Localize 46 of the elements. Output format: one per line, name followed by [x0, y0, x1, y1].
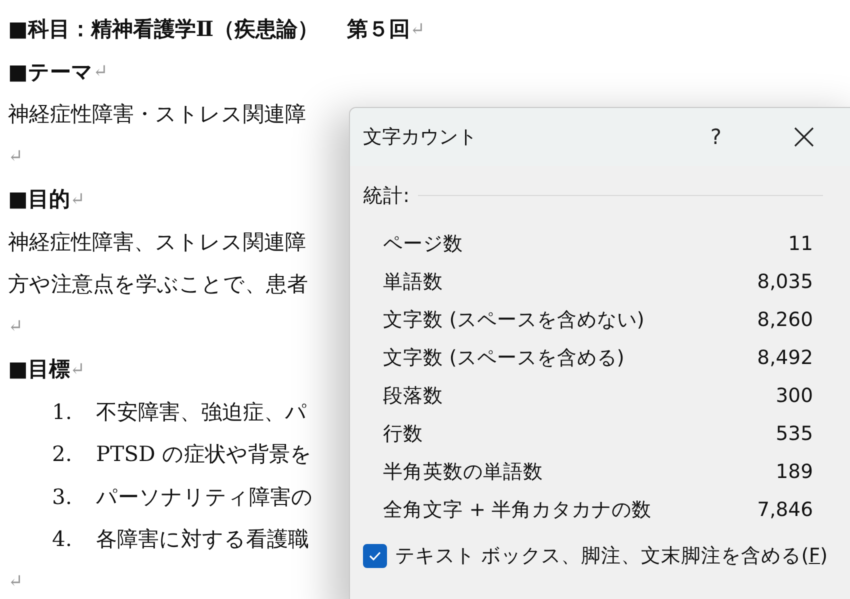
body-text: 神経症性障害、ストレス関連障	[8, 228, 306, 256]
stat-value: 535	[776, 422, 813, 444]
list-number: 3.	[52, 484, 74, 509]
paragraph-mark: ↵	[92, 61, 108, 82]
stat-label: 文字数 (スペースを含める)	[383, 344, 624, 370]
stat-label: 段落数	[383, 382, 443, 408]
list-item-text: 不安障害、強迫症、パ	[96, 398, 307, 426]
list-number: 4.	[52, 527, 74, 552]
stat-value: 300	[776, 384, 813, 406]
paragraph-mark: ↵	[8, 146, 24, 168]
paragraph-mark: ↵	[70, 358, 85, 380]
stat-label: 行数	[383, 420, 423, 446]
help-button[interactable]: ?	[704, 125, 728, 149]
stat-value: 189	[776, 460, 813, 482]
stat-value: 11	[788, 232, 813, 254]
body-text: 神経症性障害・ストレス関連障	[8, 101, 306, 128]
dialog-title: 文字カウント	[363, 125, 478, 150]
checkbox-label[interactable]: テキスト ボックス、脚注、文末脚注を含める(F)	[395, 542, 828, 569]
body-text: 方や注意点を学ぶことで、患者	[8, 271, 308, 298]
list-item-text: 各障害に対する看護職	[96, 526, 309, 554]
close-icon	[794, 127, 814, 147]
checkbox[interactable]	[363, 544, 387, 568]
heading: ■目的	[8, 185, 70, 214]
stat-label: 文字数 (スペースを含めない)	[383, 306, 644, 332]
paragraph-mark: ↵	[8, 316, 24, 338]
heading: ■目標	[8, 355, 70, 384]
stat-label: 全角文字 + 半角カタカナの数	[383, 496, 652, 522]
list-item-text: PTSD の症状や背景を	[96, 441, 312, 468]
stat-value: 8,260	[757, 308, 813, 330]
paragraph-mark: ↵	[410, 18, 425, 40]
heading: ■テーマ	[8, 58, 93, 86]
stat-label: ページ数	[383, 230, 463, 256]
list-number: 1.	[52, 400, 74, 424]
list-item-text: パーソナリティ障害の	[96, 484, 313, 511]
stat-value: 7,846	[757, 498, 813, 520]
check-icon	[368, 550, 382, 562]
heading: ■科目：精神看護学Ⅱ（疾患論） 第５回	[8, 15, 410, 44]
stat-value: 8,035	[757, 270, 813, 292]
stat-value: 8,492	[757, 346, 813, 368]
section-label: 統計:	[363, 182, 410, 208]
list-number: 2.	[52, 442, 74, 466]
close-button[interactable]	[792, 125, 816, 149]
stat-label: 単語数	[383, 268, 443, 294]
stat-label: 半角英数の単語数	[383, 458, 543, 484]
paragraph-mark: ↵	[8, 571, 24, 592]
paragraph-mark: ↵	[70, 188, 85, 210]
